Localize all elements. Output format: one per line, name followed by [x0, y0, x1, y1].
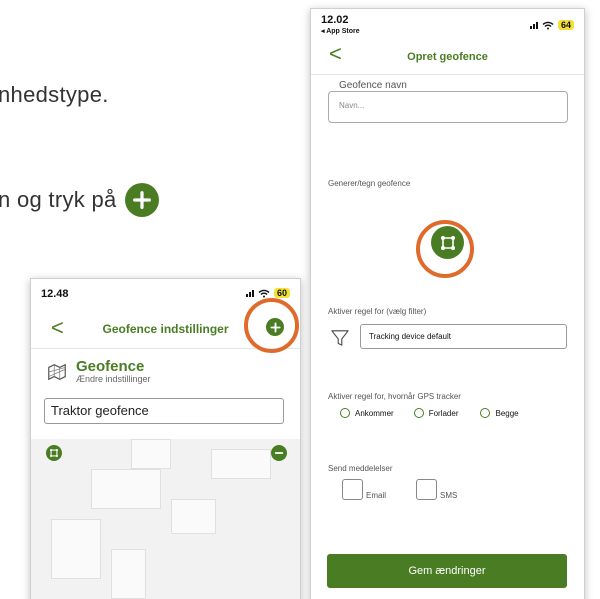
- status-left: 12.02 ◂ App Store: [321, 14, 360, 35]
- back-button[interactable]: <: [51, 315, 64, 341]
- map-building: [171, 499, 216, 534]
- status-icons: 64: [529, 20, 574, 30]
- radio-forlader[interactable]: Forlader: [413, 408, 459, 418]
- geofence-title: Geofence: [76, 358, 145, 375]
- instruction-text-line2: n og tryk på: [0, 183, 159, 217]
- check-box: [416, 479, 438, 500]
- checkbox-sms[interactable]: SMS: [416, 479, 457, 500]
- plus-icon: [269, 321, 281, 333]
- checkbox-label: SMS: [440, 491, 458, 500]
- geofence-map-icon: [48, 363, 66, 380]
- polygon-draw-icon: [50, 449, 58, 457]
- radio-label: Forlader: [428, 408, 459, 418]
- battery-icon: 60: [273, 288, 290, 298]
- status-time: 12.48: [41, 288, 69, 300]
- map-view[interactable]: [31, 439, 300, 599]
- filter-select[interactable]: Tracking device default: [360, 324, 567, 349]
- wifi-icon: [258, 289, 270, 297]
- geofence-header-text: Geofence Ændre indstillinger: [76, 359, 151, 384]
- save-changes-button[interactable]: Gem ændringer: [327, 554, 567, 588]
- add-geofence-button[interactable]: [266, 318, 284, 336]
- filter-funnel-icon: [331, 330, 349, 346]
- gps-rule-options: Ankommer Forlader Begge: [340, 408, 519, 418]
- map-building: [51, 519, 101, 579]
- polygon-draw-icon: [440, 235, 455, 250]
- geofence-subtitle: Ændre indstillinger: [76, 374, 151, 384]
- status-time: 12.02: [321, 14, 349, 26]
- battery-icon: 64: [557, 20, 574, 30]
- map-building: [111, 549, 146, 599]
- status-bar: 12.48 60: [31, 279, 300, 301]
- plus-icon: [124, 183, 159, 217]
- remove-button[interactable]: [271, 445, 287, 461]
- notify-options: Email SMS: [342, 479, 457, 500]
- radio-begge[interactable]: Begge: [480, 408, 519, 418]
- instruction-text-line1: nhedstype.: [0, 82, 109, 107]
- checkbox-label: Email: [366, 491, 387, 500]
- checkbox-email[interactable]: Email: [342, 479, 386, 500]
- minus-icon: [274, 452, 284, 454]
- instruction-text-line2-label: n og tryk på: [0, 187, 117, 212]
- nav-bar: < Opret geofence: [311, 39, 584, 75]
- radio-circle: [413, 408, 424, 418]
- geofence-settings-screen: 12.48 60 < Geofence indstillinger Geofen…: [30, 278, 301, 599]
- geofence-name-input[interactable]: Navn...: [328, 91, 568, 123]
- filter-label: Aktiver regel for (vælg filter): [328, 307, 427, 316]
- geofence-header: Geofence Ændre indstillinger: [31, 349, 300, 384]
- draw-geofence-label: Generer/tegn geofence: [328, 179, 411, 188]
- nav-title: Geofence indstillinger: [102, 321, 229, 336]
- radio-label: Ankommer: [355, 408, 394, 418]
- draw-geofence-button[interactable]: [431, 226, 464, 259]
- signal-icon: [245, 289, 254, 297]
- map-building: [131, 439, 171, 469]
- app-store-back-link[interactable]: ◂ App Store: [321, 27, 360, 35]
- gps-rule-label: Aktiver regel for, hvornår GPS tracker: [328, 392, 461, 401]
- nav-title: Opret geofence: [407, 50, 488, 63]
- radio-circle: [480, 408, 491, 418]
- back-button[interactable]: <: [329, 41, 342, 67]
- screenshot-stage: nhedstype. n og tryk på 12.48 60 < Geofe…: [0, 0, 600, 599]
- status-icons: 60: [245, 288, 290, 298]
- map-building: [91, 469, 161, 509]
- notify-label: Send meddelelser: [328, 464, 393, 473]
- geofence-name-field[interactable]: Traktor geofence: [44, 398, 284, 424]
- nav-bar: < Geofence indstillinger: [31, 309, 300, 349]
- map-building: [211, 449, 271, 479]
- name-label: Geofence navn: [339, 80, 407, 91]
- wifi-icon: [542, 21, 554, 29]
- radio-label: Begge: [495, 408, 519, 418]
- create-geofence-screen: 12.02 ◂ App Store 64 < Opret geofence Ge…: [310, 8, 585, 599]
- signal-icon: [529, 21, 538, 29]
- radio-ankommer[interactable]: Ankommer: [340, 408, 394, 418]
- radio-circle: [340, 408, 350, 418]
- status-bar: 12.02 ◂ App Store 64: [311, 9, 584, 39]
- draw-polygon-button[interactable]: [46, 445, 62, 461]
- check-box: [342, 479, 363, 500]
